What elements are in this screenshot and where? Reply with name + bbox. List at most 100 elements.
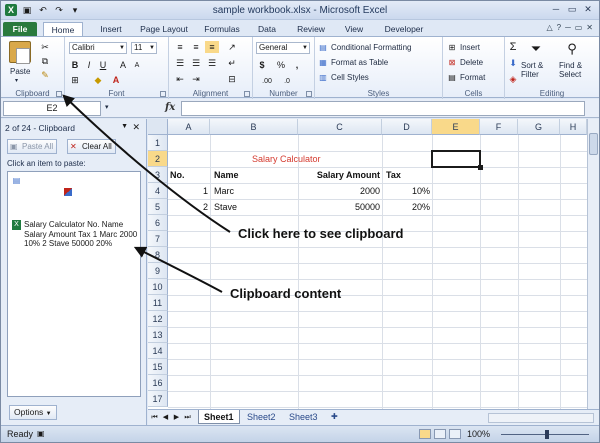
font-launcher-icon[interactable] [160, 91, 166, 97]
row-header[interactable]: 14 [148, 343, 168, 359]
autosum-icon[interactable]: Σ [507, 41, 519, 53]
close-icon[interactable]: ✕ [581, 3, 595, 16]
clear-icon[interactable]: ◈ [507, 73, 519, 85]
delete-cells-button[interactable]: Delete [460, 58, 483, 67]
cell-c4[interactable]: 2000 [298, 183, 380, 199]
zoom-slider-knob[interactable] [545, 430, 549, 439]
tab-insert[interactable]: Insert [91, 22, 131, 36]
sort-filter-label-1[interactable]: Sort & [521, 61, 543, 70]
name-box[interactable]: E2 [3, 101, 101, 116]
next-sheet-icon[interactable]: ▶ [172, 412, 181, 423]
zoom-slider[interactable] [501, 430, 589, 439]
cell-c3-header[interactable]: Salary Amount [298, 167, 380, 183]
number-format-select[interactable]: General ▼ [256, 42, 310, 54]
zoom-level[interactable]: 100% [467, 429, 490, 439]
page-layout-view-icon[interactable] [434, 429, 446, 439]
format-cells-button[interactable]: Format [460, 73, 485, 82]
cell-b3-header[interactable]: Name [214, 167, 239, 183]
clipboard-item-image[interactable]: ▤ [8, 172, 140, 212]
sheet-tab-sheet3[interactable]: Sheet3 [284, 410, 323, 424]
row-header[interactable]: 2 [148, 151, 168, 167]
column-header-c[interactable]: C [298, 119, 382, 135]
cell-d5[interactable]: 20% [382, 199, 430, 215]
binoculars-icon[interactable]: ⚲ [563, 40, 581, 58]
format-painter-icon[interactable]: ✎ [39, 69, 51, 81]
workbook-close-icon[interactable]: ✕ [586, 23, 593, 32]
row-header[interactable]: 10 [148, 279, 168, 295]
name-box-dropdown-icon[interactable]: ▾ [105, 103, 109, 111]
clipboard-launcher-icon[interactable] [56, 91, 62, 97]
row-header[interactable]: 3 [148, 167, 168, 183]
row-header[interactable]: 17 [148, 391, 168, 407]
cell-a4[interactable]: 1 [168, 183, 208, 199]
sort-filter-label-2[interactable]: Filter [521, 70, 539, 79]
grow-font-icon[interactable]: A [117, 59, 129, 71]
column-header-f[interactable]: F [480, 119, 518, 135]
tab-file[interactable]: File [3, 22, 37, 36]
row-header[interactable]: 7 [148, 231, 168, 247]
bold-icon[interactable]: B [69, 59, 81, 71]
minimize-ribbon-icon[interactable]: △ [546, 23, 552, 32]
align-center-icon[interactable]: ☰ [189, 57, 203, 69]
align-right-icon[interactable]: ☰ [205, 57, 219, 69]
scroll-thumb[interactable] [589, 133, 598, 155]
sheet-tab-sheet1[interactable]: Sheet1 [198, 410, 240, 424]
increase-indent-icon[interactable]: ⇥ [189, 73, 203, 85]
borders-icon[interactable]: ⊞ [69, 74, 81, 86]
paste-all-button[interactable]: ▣ Paste All [7, 139, 58, 154]
tab-developer[interactable]: Developer [379, 22, 429, 36]
row-header[interactable]: 6 [148, 215, 168, 231]
maximize-icon[interactable]: ▭ [565, 3, 579, 16]
merge-center-icon[interactable]: ⊟ [225, 73, 239, 85]
tab-data[interactable]: Data [253, 22, 281, 36]
row-header[interactable]: 5 [148, 199, 168, 215]
sort-filter-icon[interactable]: ⏷ [527, 40, 545, 58]
tab-page-layout[interactable]: Page Layout [135, 22, 193, 36]
pane-close-icon[interactable]: ✕ [132, 122, 140, 133]
wrap-text-icon[interactable]: ↵ [225, 57, 239, 69]
row-header[interactable]: 1 [148, 135, 168, 151]
options-button[interactable]: Options ▼ [9, 405, 57, 420]
cell-d3-header[interactable]: Tax [386, 167, 401, 183]
cell-b4[interactable]: Marc [214, 183, 234, 199]
active-cell-e2[interactable] [431, 150, 483, 170]
paste-button[interactable]: Paste [10, 67, 30, 76]
format-as-table-button[interactable]: Format as Table [331, 58, 388, 67]
sheet-tab-sheet2[interactable]: Sheet2 [242, 410, 281, 424]
font-color-icon[interactable]: A [109, 74, 123, 86]
fill-icon[interactable]: ⬇ [507, 57, 519, 69]
insert-cells-button[interactable]: Insert [460, 43, 480, 52]
workbook-restore-icon[interactable]: ▭ [575, 23, 583, 32]
percent-icon[interactable]: % [275, 59, 287, 71]
column-header-h[interactable]: H [560, 119, 587, 135]
column-header-a[interactable]: A [168, 119, 210, 135]
row-header[interactable]: 15 [148, 359, 168, 375]
tab-home[interactable]: Home [43, 22, 83, 36]
comma-style-icon[interactable]: , [291, 59, 303, 71]
currency-icon[interactable]: $ [256, 59, 268, 71]
decrease-decimal-icon[interactable]: .0 [279, 75, 295, 87]
worksheet-grid[interactable]: A B C D E F G H 1 2 3 4 5 6 7 8 9 10 11 … [148, 119, 587, 409]
workbook-minimize-icon[interactable]: ─ [565, 23, 571, 32]
tab-review[interactable]: Review [291, 22, 331, 36]
find-select-label-2[interactable]: Select [559, 70, 581, 79]
clipboard-item-text[interactable]: X Salary Calculator No. Name Salary Amou… [8, 216, 140, 266]
decrease-indent-icon[interactable]: ⇤ [173, 73, 187, 85]
row-header[interactable]: 4 [148, 183, 168, 199]
cell-b5[interactable]: Stave [214, 199, 237, 215]
fill-color-icon[interactable]: ◆ [91, 74, 105, 86]
macro-recording-icon[interactable]: ▣ [37, 429, 45, 438]
pane-options-icon[interactable]: ▼ [121, 123, 128, 130]
prev-sheet-icon[interactable]: ◀ [161, 412, 170, 423]
cell-a5[interactable]: 2 [168, 199, 208, 215]
conditional-formatting-button[interactable]: Conditional Formatting [331, 43, 411, 52]
insert-function-icon[interactable]: fx [165, 102, 175, 113]
minimize-icon[interactable]: ─ [549, 3, 563, 16]
column-header-b[interactable]: B [210, 119, 298, 135]
column-header-e[interactable]: E [432, 119, 480, 135]
underline-icon[interactable]: U [97, 59, 109, 71]
row-header[interactable]: 16 [148, 375, 168, 391]
clear-all-button[interactable]: ✕ Clear All [67, 139, 116, 154]
align-bottom-icon[interactable]: ≡ [205, 41, 219, 53]
help-icon[interactable]: ? [557, 23, 561, 32]
